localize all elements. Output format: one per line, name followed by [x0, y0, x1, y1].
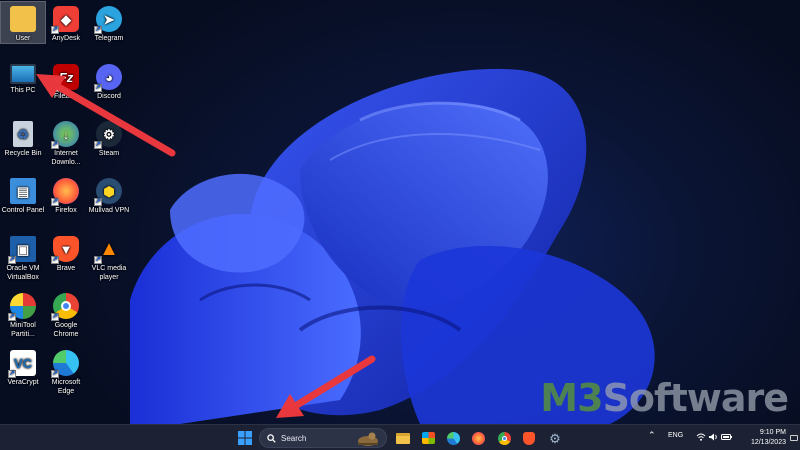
language-indicator[interactable]: ENG — [668, 432, 683, 439]
search-highlight-art — [358, 432, 378, 446]
m3-software-watermark: M3Software — [540, 376, 789, 420]
taskbar-brave[interactable] — [520, 429, 538, 447]
taskbar-clock[interactable]: 9:10 PM 12/13/2023 — [751, 428, 786, 448]
chrome-icon — [497, 431, 511, 445]
wifi-icon[interactable] — [696, 433, 706, 441]
notification-bell-icon[interactable] — [790, 435, 798, 441]
taskbar-settings[interactable]: ⚙ — [546, 429, 564, 447]
taskbar: Search ⚙ ⌃ ENG 9:10 PM 12/13/2023 — [0, 424, 800, 450]
desktop: User ◆↗ AnyDesk ➤↗ Telegram This PC Fz↗ … — [0, 0, 800, 424]
microsoft-store-icon — [421, 432, 435, 444]
taskbar-file-explorer[interactable] — [394, 429, 412, 447]
battery-icon[interactable] — [721, 434, 732, 440]
volume-icon[interactable] — [709, 433, 719, 441]
show-hidden-icons-chevron-icon[interactable]: ⌃ — [648, 430, 656, 441]
taskbar-firefox[interactable] — [469, 429, 487, 447]
taskbar-microsoft-store[interactable] — [419, 429, 437, 447]
taskbar-chrome[interactable] — [495, 429, 513, 447]
start-button[interactable] — [236, 429, 254, 447]
taskbar-edge[interactable] — [444, 429, 462, 447]
start-icon — [238, 431, 252, 445]
edge-icon — [446, 431, 460, 445]
settings-icon: ⚙ — [549, 430, 561, 446]
clock-time: 9:10 PM — [759, 429, 786, 436]
taskbar-search-box[interactable]: Search — [259, 428, 387, 448]
clock-date: 12/13/2023 — [750, 439, 786, 446]
search-label: Search — [281, 433, 307, 443]
brave-icon — [523, 431, 535, 445]
firefox-icon — [471, 431, 485, 445]
file-explorer-icon — [396, 432, 410, 444]
annotation-arrow-this-pc — [36, 74, 376, 418]
search-icon — [267, 433, 276, 443]
system-tray: ⌃ ENG 9:10 PM 12/13/2023 — [630, 425, 800, 450]
